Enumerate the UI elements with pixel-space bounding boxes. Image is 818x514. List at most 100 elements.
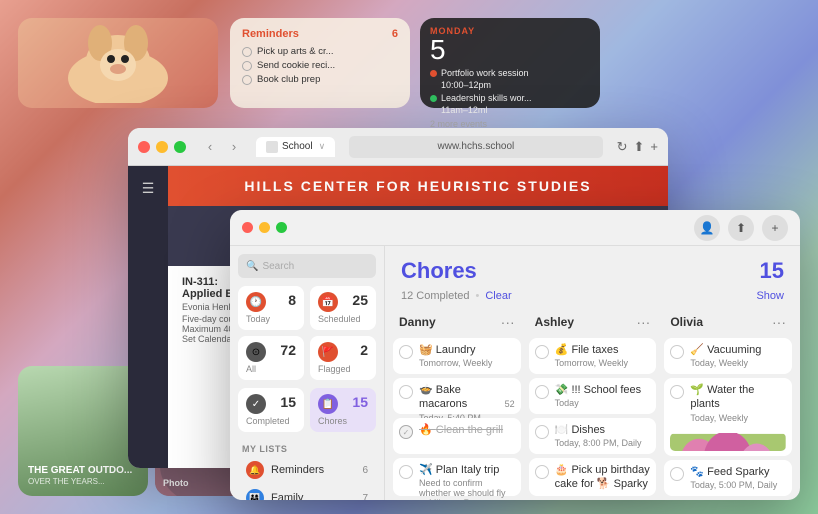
cal-day: Monday: [430, 26, 590, 36]
cal-event-2-time: 11am–12ml: [441, 105, 487, 115]
cake-checkbox[interactable]: [535, 465, 549, 479]
today-count: 8: [288, 292, 296, 308]
widget-reminders-title: Reminders: [242, 28, 299, 40]
person-button[interactable]: 👤: [694, 215, 720, 241]
ashley-menu-icon[interactable]: ···: [636, 314, 650, 330]
macarons-badge: 52: [505, 399, 515, 409]
clear-link[interactable]: Clear: [485, 290, 511, 302]
address-text: www.hchs.school: [438, 141, 515, 152]
today-label: Today: [246, 314, 296, 324]
all-count: 72: [280, 342, 296, 358]
taxes-sub: Tomorrow, Weekly: [555, 358, 651, 368]
rem-item-circle-1: [242, 47, 252, 57]
completed-sub-text: 12 Completed: [401, 290, 470, 302]
outdoor-title: THE GREAT OUTDO...: [28, 465, 138, 477]
smart-list-chores[interactable]: 📋 15 Chores: [310, 388, 376, 432]
cake-title: 🎂 Pick up birthday cake for 🐕 Sparky: [555, 463, 651, 492]
sparky-title: 🐾 Feed Sparky: [690, 465, 786, 479]
task-laundry: 🧺 Laundry Tomorrow, Weekly: [393, 338, 521, 374]
task-italy: ✈️ Plan Italy trip Need to confirm wheth…: [393, 458, 521, 496]
smart-list-completed[interactable]: ✓ 15 Completed: [238, 388, 304, 432]
address-bar[interactable]: www.hchs.school: [349, 136, 602, 158]
share-toolbar-button[interactable]: ⬆: [728, 215, 754, 241]
laundry-title: 🧺 Laundry: [419, 343, 515, 357]
grill-checkbox[interactable]: [399, 425, 413, 439]
completed-count: 15: [280, 394, 296, 410]
task-birthday-cake: 🎂 Pick up birthday cake for 🐕 Sparky: [529, 458, 657, 496]
show-link[interactable]: Show: [756, 290, 784, 302]
fees-title: 💸 !!! School fees: [555, 383, 651, 397]
taxes-checkbox[interactable]: [535, 345, 549, 359]
task-vacuuming: 🧹 Vacuuming Today, Weekly: [664, 338, 792, 374]
task-feed-sparky: 🐾 Feed Sparky Today, 5:00 PM, Daily: [664, 460, 792, 496]
close-button[interactable]: [138, 141, 150, 153]
danny-header: Danny ···: [393, 310, 521, 334]
minimize-button[interactable]: [156, 141, 168, 153]
reminders-main: Chores 15 12 Completed • Clear Show Dann…: [385, 246, 800, 500]
olivia-header: Olivia ···: [664, 310, 792, 334]
rem-maximize-button[interactable]: [276, 222, 287, 233]
sidebar-menu-icon[interactable]: ☰: [136, 176, 160, 200]
forward-button[interactable]: ›: [224, 137, 244, 157]
ashley-header: Ashley ···: [529, 310, 657, 334]
reload-button[interactable]: ↻: [617, 139, 628, 155]
share-button[interactable]: ⬆: [634, 139, 645, 155]
macarons-checkbox[interactable]: [399, 385, 413, 399]
traffic-lights: [138, 141, 186, 153]
vacuuming-checkbox[interactable]: [670, 345, 684, 359]
add-reminder-button[interactable]: +: [762, 215, 788, 241]
smart-list-all[interactable]: ⊙ 72 All: [238, 336, 304, 380]
rem-item-circle-3: [242, 75, 252, 85]
maximize-button[interactable]: [174, 141, 186, 153]
plants-sub: Today, Weekly: [690, 413, 786, 423]
cal-event-dot-1: [430, 70, 437, 77]
rem-minimize-button[interactable]: [259, 222, 270, 233]
scheduled-label: Scheduled: [318, 314, 368, 324]
laundry-checkbox[interactable]: [399, 345, 413, 359]
task-grill: 🔥 Clean the grill: [393, 418, 521, 454]
back-button[interactable]: ‹: [200, 137, 220, 157]
completed-icon: ✓: [246, 394, 266, 414]
sparky-checkbox[interactable]: [670, 467, 684, 481]
cal-event-1-time: 10:00–12pm: [441, 80, 491, 90]
reminders-list-icon: 🔔: [246, 461, 264, 479]
search-bar[interactable]: 🔍 Search: [238, 254, 376, 278]
completed-label: Completed: [246, 416, 296, 426]
fees-sub: Today: [555, 398, 651, 408]
taxes-title: 💰 File taxes: [555, 343, 651, 357]
add-tab-button[interactable]: +: [650, 139, 658, 155]
laundry-sub: Tomorrow, Weekly: [419, 358, 515, 368]
reminders-titlebar: 👤 ⬆ +: [230, 210, 800, 246]
vacuuming-sub: Today, Weekly: [690, 358, 786, 368]
rem-close-button[interactable]: [242, 222, 253, 233]
smart-list-today[interactable]: 🕐 8 Today: [238, 286, 304, 330]
list-item-reminders[interactable]: 🔔 Reminders 6: [234, 456, 380, 484]
browser-titlebar: ‹ › School ∨ www.hchs.school ↻ ⬆ +: [128, 128, 668, 166]
reminders-window: 👤 ⬆ + 🔍 Search 🕐 8 Today: [230, 210, 800, 500]
flagged-icon: 🚩: [318, 342, 338, 362]
my-lists-header: My Lists: [230, 440, 384, 456]
rem-item-2: Send cookie reci...: [257, 60, 335, 71]
olivia-menu-icon[interactable]: ···: [772, 314, 786, 330]
family-list-count: 7: [362, 493, 368, 501]
danny-menu-icon[interactable]: ···: [501, 314, 515, 330]
chores-icon: 📋: [318, 394, 338, 414]
browser-nav: ‹ ›: [200, 137, 244, 157]
list-item-family[interactable]: 👨‍👩‍👧 Family 7: [234, 484, 380, 500]
plants-checkbox[interactable]: [670, 385, 684, 399]
browser-tab[interactable]: School ∨: [256, 137, 335, 157]
dishes-checkbox[interactable]: [535, 425, 549, 439]
italy-title: ✈️ Plan Italy trip: [419, 463, 515, 477]
browser-actions: ↻ ⬆ +: [617, 139, 658, 155]
smart-list-flagged[interactable]: 🚩 2 Flagged: [310, 336, 376, 380]
italy-checkbox[interactable]: [399, 465, 413, 479]
task-macarons: 🍲 Bake macarons Today, 5:40 PM 52: [393, 378, 521, 414]
task-school-fees: 💸 !!! School fees Today: [529, 378, 657, 414]
smart-list-scheduled[interactable]: 📅 25 Scheduled: [310, 286, 376, 330]
cal-event-dot-2: [430, 95, 437, 102]
flagged-count: 2: [360, 342, 368, 358]
fees-checkbox[interactable]: [535, 385, 549, 399]
column-ashley: Ashley ··· 💰 File taxes Tomorrow, Weekly: [529, 310, 657, 500]
family-list-icon: 👨‍👩‍👧: [246, 489, 264, 500]
italy-sub: Need to confirm whether we should fly to…: [419, 478, 515, 500]
